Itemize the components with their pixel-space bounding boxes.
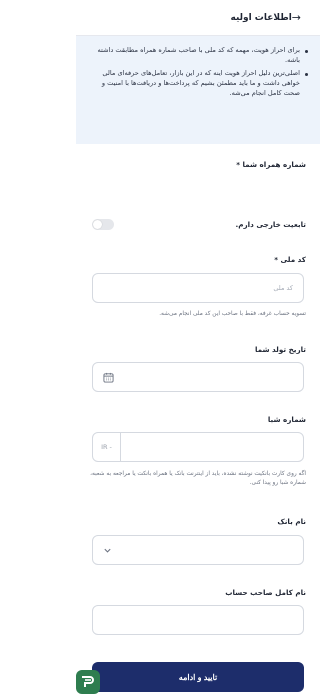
- bank-name-select[interactable]: [92, 535, 304, 565]
- bank-name-label: نام بانک: [277, 517, 306, 526]
- notice-item: برای احراز هویت، مهمه که کد ملی با صاحب …: [86, 46, 308, 66]
- birth-date-input[interactable]: [92, 362, 304, 392]
- iban-label: شماره شبا: [267, 415, 306, 424]
- foreign-citizenship-label: تابعیت خارجی دارم.: [235, 220, 306, 229]
- national-code-hint: تسویه حساب غرفه، فقط با صاحب این کد ملی …: [159, 311, 306, 317]
- foreign-citizenship-row: تابعیت خارجی دارم.: [92, 218, 306, 232]
- calendar-icon: [103, 372, 114, 383]
- iban-prefix: IR -: [93, 433, 121, 461]
- page-header: → اطلاعات اولیه: [76, 0, 320, 36]
- brand-logo-icon[interactable]: [76, 670, 100, 694]
- chevron-down-icon: [104, 548, 111, 553]
- notice-item: اصلی‌ترین دلیل احراز هویت اینه که در این…: [86, 69, 308, 99]
- phone-label: شماره همراه شما *: [236, 160, 306, 169]
- birth-date-label: تاریخ تولد شما: [254, 345, 306, 354]
- account-owner-label: نام کامل صاحب حساب: [225, 588, 306, 597]
- iban-input[interactable]: IR -: [92, 432, 304, 462]
- info-notice: برای احراز هویت، مهمه که کد ملی با صاحب …: [76, 36, 320, 144]
- foreign-citizenship-toggle[interactable]: [92, 219, 114, 230]
- account-owner-input[interactable]: [92, 605, 304, 635]
- toggle-knob: [93, 220, 102, 229]
- submit-button[interactable]: تایید و ادامه: [92, 662, 304, 692]
- national-code-placeholder: کد ملی: [273, 284, 293, 292]
- arrow-right-icon[interactable]: →: [292, 11, 301, 24]
- national-code-input[interactable]: کد ملی: [92, 273, 304, 303]
- page-title: اطلاعات اولیه: [230, 12, 292, 23]
- national-code-label: کد ملی *: [274, 255, 306, 264]
- iban-hint: اگه روی کارت بانکیت نوشته نشده، باید از …: [90, 471, 306, 486]
